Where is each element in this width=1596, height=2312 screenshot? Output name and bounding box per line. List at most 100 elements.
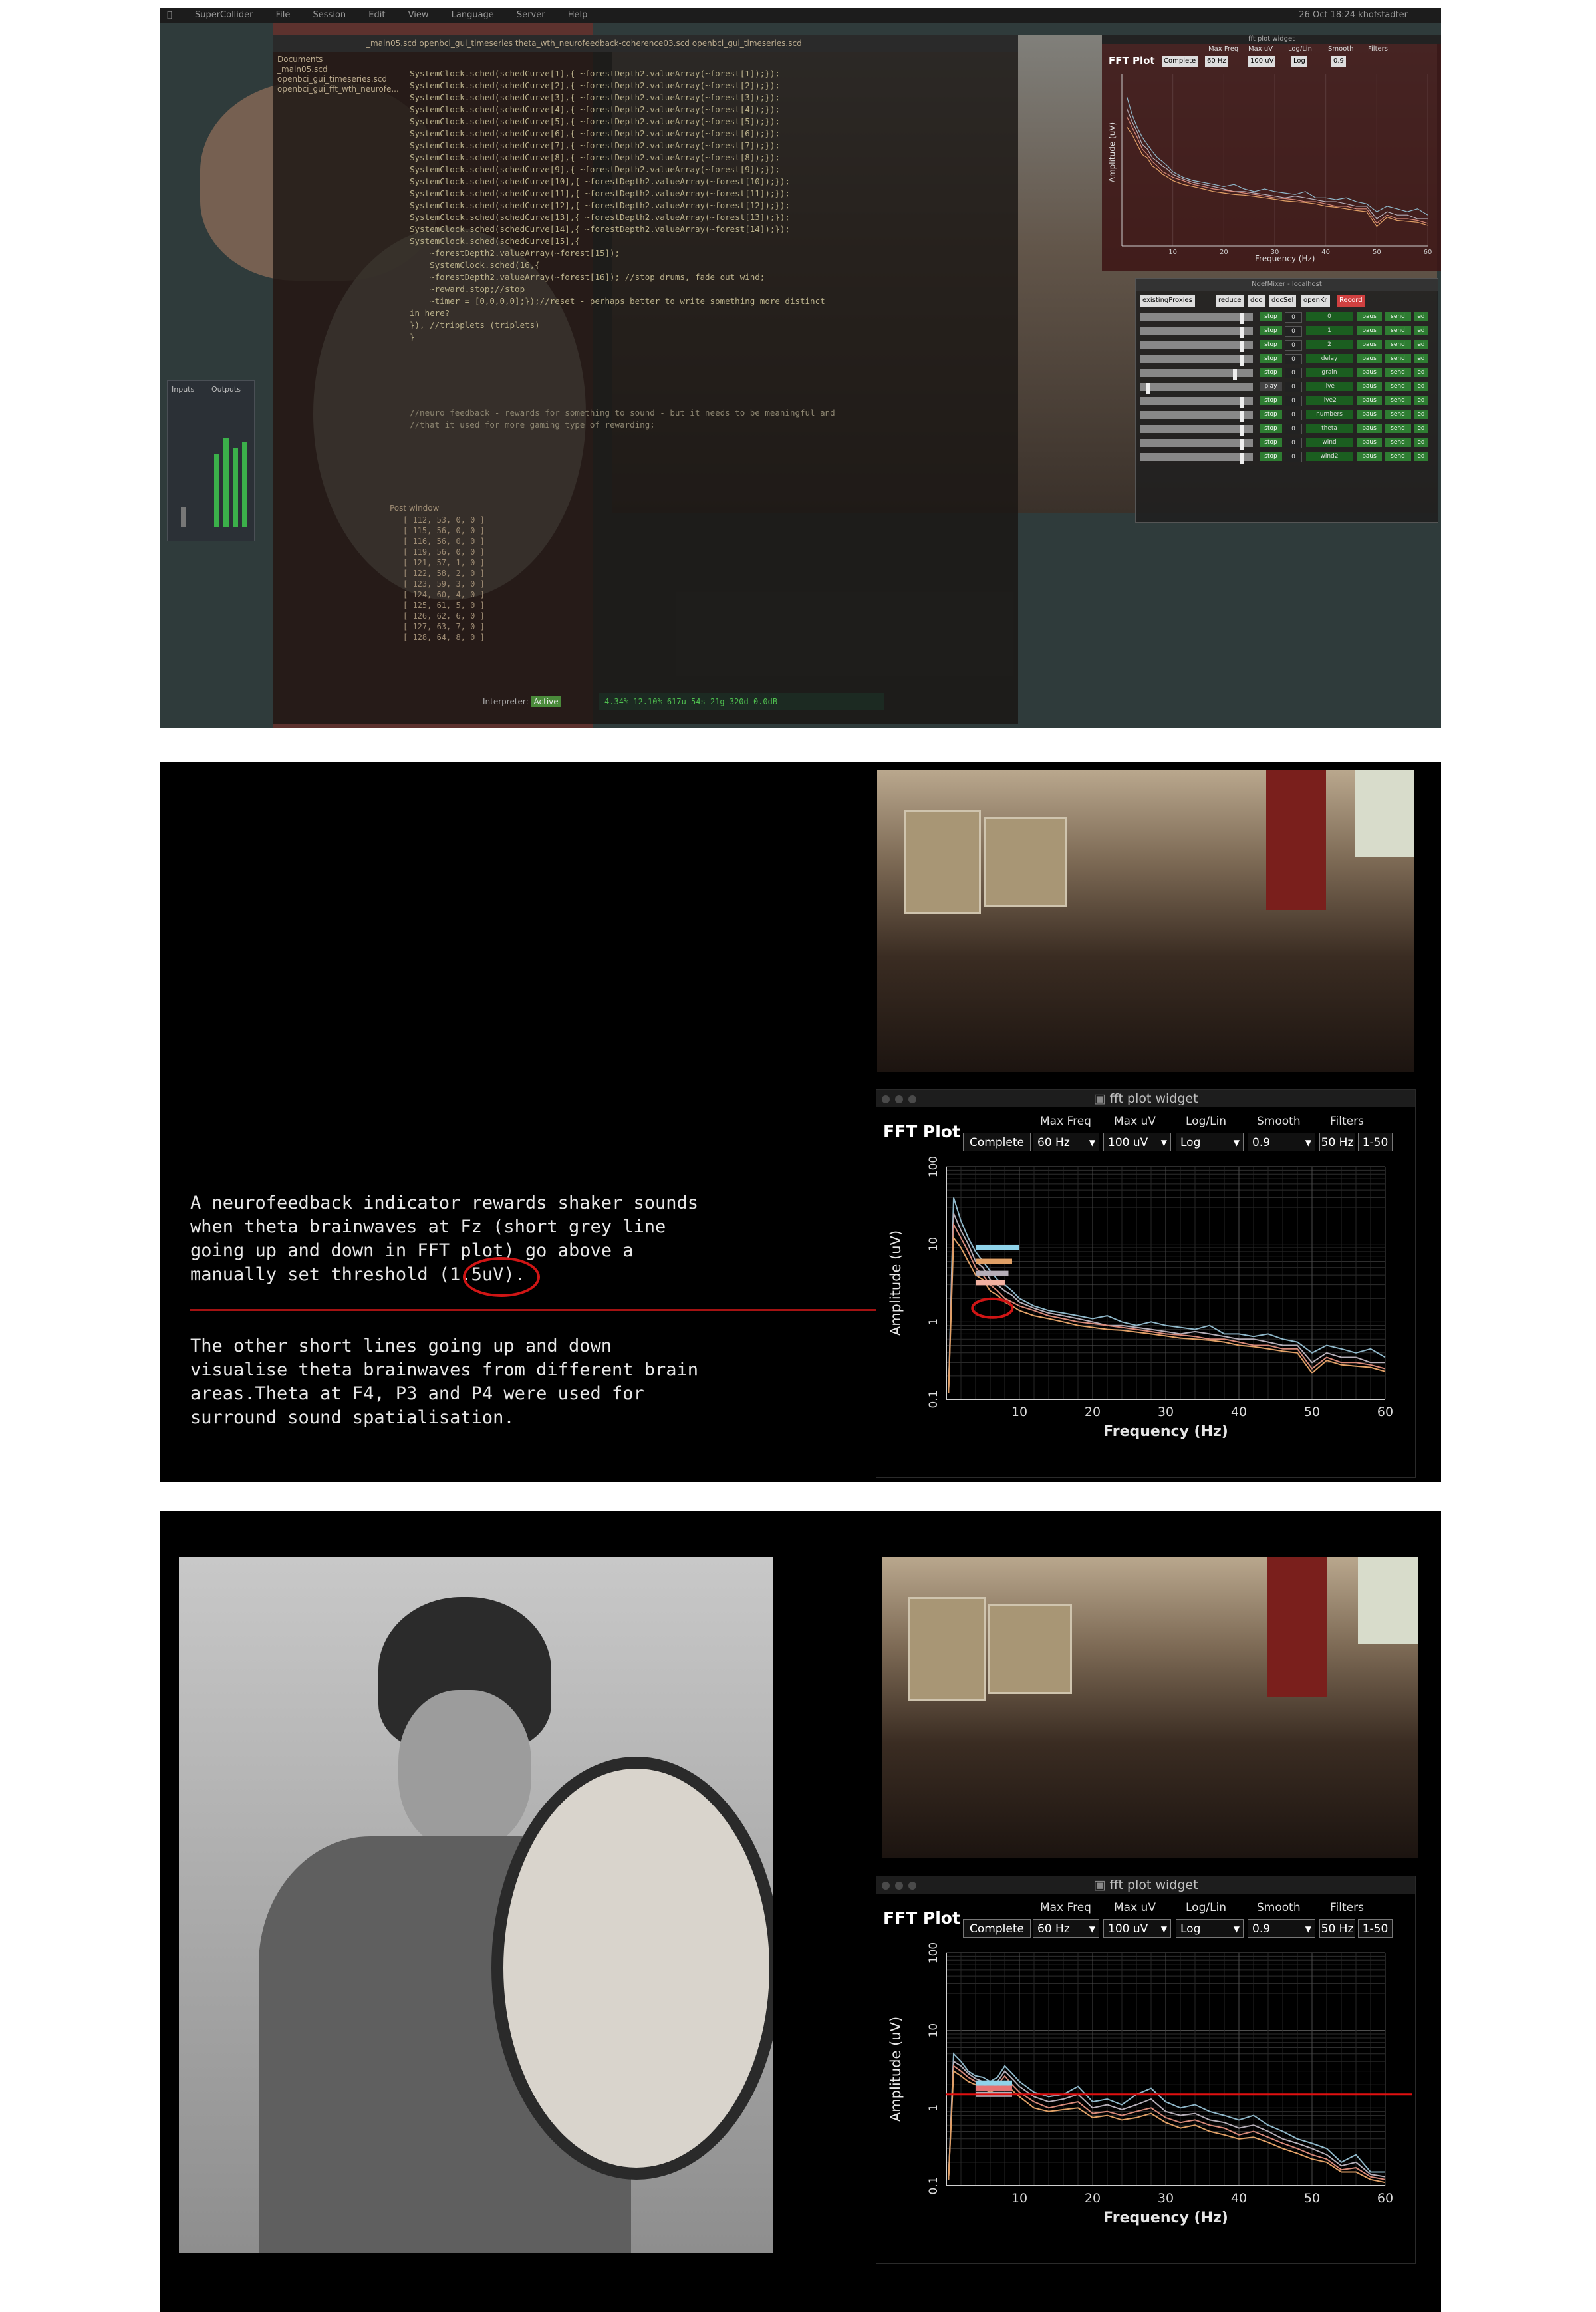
- slider-knob[interactable]: [1240, 355, 1244, 366]
- channel-number[interactable]: 0: [1285, 382, 1302, 392]
- play-stop-button[interactable]: stop: [1260, 452, 1282, 461]
- send-button[interactable]: send: [1385, 424, 1411, 433]
- edit-button[interactable]: ed: [1414, 410, 1428, 419]
- play-stop-button[interactable]: stop: [1260, 396, 1282, 405]
- server-status-bar[interactable]: 4.34% 12.10% 617u 54s 21g 320d 0.0dB: [599, 693, 884, 710]
- send-button[interactable]: send: [1385, 382, 1411, 391]
- send-button[interactable]: send: [1385, 312, 1411, 321]
- document-item[interactable]: _main05.scd: [277, 65, 399, 74]
- pause-button[interactable]: paus: [1357, 354, 1382, 363]
- editor-tabs[interactable]: _main05.scd openbci_gui_timeseries theta…: [273, 35, 1018, 52]
- channel-number[interactable]: 0: [1285, 368, 1302, 378]
- volume-slider[interactable]: [1140, 327, 1253, 338]
- slider-knob[interactable]: [1240, 411, 1244, 422]
- menu-view[interactable]: View: [408, 10, 429, 20]
- notch-filter-button[interactable]: 50 Hz: [1319, 1133, 1355, 1151]
- slider-knob[interactable]: [1240, 453, 1244, 464]
- complete-button[interactable]: Complete: [963, 1133, 1031, 1151]
- slider-knob[interactable]: [1240, 313, 1244, 324]
- channel-number[interactable]: 0: [1285, 396, 1302, 406]
- slider-knob[interactable]: [1146, 383, 1150, 394]
- play-stop-button[interactable]: stop: [1260, 326, 1282, 335]
- edit-button[interactable]: ed: [1414, 312, 1428, 321]
- menu-session[interactable]: Session: [313, 10, 346, 20]
- volume-slider[interactable]: [1140, 425, 1253, 436]
- edit-button[interactable]: ed: [1414, 396, 1428, 405]
- play-stop-button[interactable]: play: [1260, 382, 1282, 391]
- pause-button[interactable]: paus: [1357, 452, 1382, 461]
- slider-knob[interactable]: [1240, 439, 1244, 450]
- play-stop-button[interactable]: stop: [1260, 438, 1282, 447]
- edit-button[interactable]: ed: [1414, 326, 1428, 335]
- play-stop-button[interactable]: stop: [1260, 340, 1282, 349]
- max-uv-select[interactable]: 100 uV ▼: [1103, 1919, 1171, 1938]
- bandpass-filter-button[interactable]: 1-50: [1358, 1919, 1393, 1938]
- volume-slider[interactable]: [1140, 397, 1253, 408]
- document-item[interactable]: openbci_gui_timeseries.scd: [277, 74, 399, 84]
- smooth-select[interactable]: 0.9 ▼: [1248, 1133, 1315, 1151]
- send-button[interactable]: send: [1385, 340, 1411, 349]
- window-zoom-icon[interactable]: [908, 1882, 916, 1890]
- volume-slider[interactable]: [1140, 369, 1253, 380]
- menu-file[interactable]: File: [276, 10, 291, 20]
- existing-proxies-select[interactable]: existingProxies: [1140, 295, 1195, 307]
- volume-slider[interactable]: [1140, 341, 1253, 352]
- interpreter-state-badge[interactable]: Active: [531, 696, 561, 707]
- apple-icon[interactable]: : [167, 10, 172, 20]
- log-lin-select[interactable]: Log ▼: [1176, 1133, 1244, 1151]
- volume-slider[interactable]: [1140, 355, 1253, 366]
- slider-knob[interactable]: [1240, 341, 1244, 352]
- pause-button[interactable]: paus: [1357, 438, 1382, 447]
- complete-button[interactable]: Complete: [963, 1919, 1031, 1938]
- window-minimize-icon[interactable]: [895, 1095, 903, 1103]
- volume-slider[interactable]: [1140, 411, 1253, 422]
- channel-number[interactable]: 0: [1285, 326, 1302, 337]
- slider-knob[interactable]: [1240, 397, 1244, 408]
- doc-button[interactable]: doc: [1248, 295, 1265, 307]
- menu-server[interactable]: Server: [517, 10, 545, 20]
- max-uv-select[interactable]: 100 uV ▼: [1103, 1133, 1171, 1151]
- edit-button[interactable]: ed: [1414, 382, 1428, 391]
- volume-slider[interactable]: [1140, 383, 1253, 394]
- pause-button[interactable]: paus: [1357, 312, 1382, 321]
- bandpass-filter-button[interactable]: 1-50: [1358, 1133, 1393, 1151]
- volume-slider[interactable]: [1140, 439, 1253, 450]
- document-item[interactable]: openbci_gui_fft_wth_neurofe...: [277, 84, 399, 94]
- send-button[interactable]: send: [1385, 452, 1411, 461]
- max-freq-select[interactable]: 60 Hz ▼: [1033, 1133, 1099, 1151]
- play-stop-button[interactable]: stop: [1260, 410, 1282, 419]
- play-stop-button[interactable]: stop: [1260, 354, 1282, 363]
- channel-number[interactable]: 0: [1285, 410, 1302, 420]
- pause-button[interactable]: paus: [1357, 340, 1382, 349]
- play-stop-button[interactable]: stop: [1260, 312, 1282, 321]
- menu-help[interactable]: Help: [568, 10, 588, 20]
- edit-button[interactable]: ed: [1414, 424, 1428, 433]
- docsel-button[interactable]: docSel: [1269, 295, 1297, 307]
- pause-button[interactable]: paus: [1357, 396, 1382, 405]
- play-stop-button[interactable]: stop: [1260, 368, 1282, 377]
- channel-number[interactable]: 0: [1285, 424, 1302, 434]
- max-freq-select[interactable]: 60 Hz ▼: [1033, 1919, 1099, 1938]
- reduce-button[interactable]: reduce: [1216, 295, 1244, 307]
- notch-filter-button[interactable]: 50 Hz: [1319, 1919, 1355, 1938]
- code-editor[interactable]: SystemClock.sched(schedCurve[1],{ ~fores…: [410, 68, 825, 343]
- pause-button[interactable]: paus: [1357, 424, 1382, 433]
- channel-number[interactable]: 0: [1285, 452, 1302, 462]
- send-button[interactable]: send: [1385, 368, 1411, 377]
- pause-button[interactable]: paus: [1357, 382, 1382, 391]
- volume-slider[interactable]: [1140, 453, 1253, 464]
- channel-number[interactable]: 0: [1285, 354, 1302, 364]
- volume-slider[interactable]: [1140, 313, 1253, 324]
- send-button[interactable]: send: [1385, 410, 1411, 419]
- menu-edit[interactable]: Edit: [368, 10, 385, 20]
- openkr-button[interactable]: openKr: [1301, 295, 1330, 307]
- play-stop-button[interactable]: stop: [1260, 424, 1282, 433]
- slider-knob[interactable]: [1240, 327, 1244, 338]
- smooth-select[interactable]: 0.9 ▼: [1248, 1919, 1315, 1938]
- record-button[interactable]: Record: [1337, 295, 1365, 307]
- edit-button[interactable]: ed: [1414, 438, 1428, 447]
- send-button[interactable]: send: [1385, 326, 1411, 335]
- menu-app[interactable]: SuperCollider: [195, 10, 253, 20]
- window-close-icon[interactable]: [882, 1095, 890, 1103]
- send-button[interactable]: send: [1385, 396, 1411, 405]
